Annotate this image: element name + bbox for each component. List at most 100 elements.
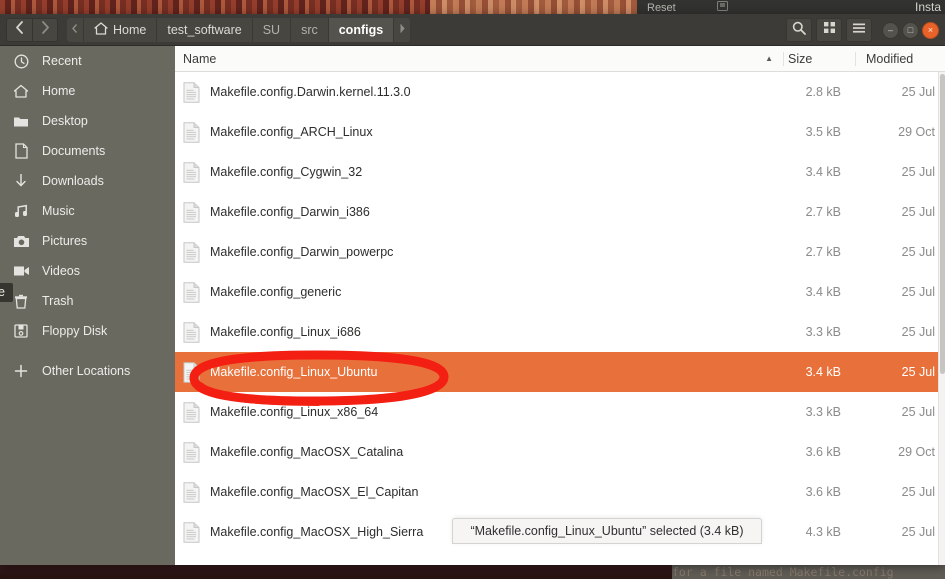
table-row[interactable]: Makefile.config_Cygwin_32 3.4 kB 25 Jul: [175, 152, 945, 192]
file-icon: [183, 81, 200, 103]
sidebar-item-pictures[interactable]: Pictures: [0, 226, 175, 256]
breadcrumb-label: src: [301, 22, 318, 37]
file-name-cell[interactable]: Makefile.config_Linux_x86_64: [175, 401, 783, 423]
table-row[interactable]: Makefile.config_MacOSX_Catalina 3.6 kB 29 …: [175, 432, 945, 472]
sidebar-item-videos[interactable]: Videos: [0, 256, 175, 286]
file-name-cell[interactable]: Makefile.config_Darwin_powerpc: [175, 241, 783, 263]
sidebar-divider-gap: [0, 346, 175, 356]
file-name-cell[interactable]: Makefile.config_Linux_i686: [175, 321, 783, 343]
column-header-size[interactable]: Size: [783, 51, 855, 66]
file-icon: [183, 241, 200, 263]
file-size-cell: 4.3 kB: [805, 525, 841, 539]
file-name-label: Makefile.config_Darwin_i386: [210, 205, 370, 219]
sidebar-item-documents[interactable]: Documents: [0, 136, 175, 166]
file-name-label: Makefile.config_Cygwin_32: [210, 165, 363, 179]
close-button[interactable]: ×: [922, 21, 939, 39]
file-name-cell[interactable]: Makefile.config_generic: [175, 281, 783, 303]
sidebar-item-floppy-disk[interactable]: Floppy Disk: [0, 316, 175, 346]
file-list-header: Name ▲ Size Modified: [175, 46, 945, 72]
file-name-cell[interactable]: Makefile.config.Darwin.kernel.11.3.0: [175, 81, 783, 103]
sidebar-item-downloads[interactable]: Downloads: [0, 166, 175, 196]
file-name-cell[interactable]: Makefile.config_Cygwin_32: [175, 161, 783, 183]
table-row[interactable]: Makefile.config_Linux_Ubuntu 3.4 kB 25 Jul: [175, 352, 945, 392]
document-icon: [8, 143, 34, 159]
sidebar-item-label: Videos: [42, 264, 80, 278]
file-name-cell[interactable]: Makefile.config_ARCH_Linux: [175, 121, 783, 143]
file-icon: [183, 281, 200, 303]
file-name-cell[interactable]: Makefile.config_MacOSX_El_Capitan: [175, 481, 783, 503]
music-icon: [8, 204, 34, 219]
back-button[interactable]: [6, 17, 32, 42]
sidebar-item-desktop[interactable]: Desktop: [0, 106, 175, 136]
view-grid-button[interactable]: [816, 18, 842, 42]
file-icon: [183, 121, 200, 143]
file-icon: [183, 521, 200, 543]
column-header-name[interactable]: Name ▲: [175, 52, 783, 66]
scrollbar-thumb[interactable]: [940, 74, 945, 374]
download-icon: [8, 173, 34, 189]
file-name-label: Makefile.config_generic: [210, 285, 342, 299]
table-row[interactable]: Makefile.config_Linux_x86_64 3.3 kB 25 Jul: [175, 392, 945, 432]
minimize-icon: –: [887, 24, 893, 35]
maximize-icon: □: [907, 24, 914, 35]
sidebar-item-recent[interactable]: Recent: [0, 46, 175, 76]
table-row[interactable]: Makefile.config_Darwin_powerpc 2.7 kB 25 J…: [175, 232, 945, 272]
table-row[interactable]: Makefile.config_Linux_i686 3.3 kB 25 Jul: [175, 312, 945, 352]
minimize-button[interactable]: –: [882, 21, 899, 39]
file-name-label: Makefile.config_Linux_i686: [210, 325, 361, 339]
breadcrumb-label: Home: [113, 22, 147, 37]
sort-ascending-icon: ▲: [765, 54, 773, 63]
sidebar-item-label: Pictures: [42, 234, 88, 248]
sidebar-item-other-locations[interactable]: Other Locations: [0, 356, 175, 386]
sidebar-item-label: Home: [42, 84, 76, 98]
search-button[interactable]: [786, 18, 812, 42]
table-row[interactable]: Makefile.config_ARCH_Linux 3.5 kB 29 Oct: [175, 112, 945, 152]
breadcrumb-item-su[interactable]: SU: [252, 17, 292, 42]
breadcrumb-item-configs[interactable]: configs: [328, 17, 395, 42]
breadcrumb-label: SU: [262, 22, 281, 37]
file-list-rows: Makefile.config.Darwin.kernel.11.3.0 2.8 …: [175, 72, 945, 552]
sidebar-item-home[interactable]: Home: [0, 76, 175, 106]
column-header-modified[interactable]: Modified: [855, 51, 945, 66]
camera-icon: [8, 234, 34, 248]
file-name-label: Makefile.config.Darwin.kernel.11.3.0: [210, 85, 411, 99]
window-controls: – □ ×: [882, 21, 939, 39]
file-modified-cell: 25 Jul: [901, 405, 935, 419]
header-bar: Home test_software SU src configs – □ ×: [0, 14, 945, 46]
file-name-cell[interactable]: Makefile.config_Darwin_i386: [175, 201, 783, 223]
file-icon: [183, 161, 200, 183]
file-modified-cell: 25 Jul: [901, 365, 935, 379]
maximize-button[interactable]: □: [902, 21, 919, 39]
sidebar-item-trash[interactable]: Trash: [0, 286, 175, 316]
sidebar-item-music[interactable]: Music: [0, 196, 175, 226]
breadcrumb-item-home[interactable]: Home: [84, 17, 158, 42]
table-row[interactable]: Makefile.config_generic 3.4 kB 25 Jul: [175, 272, 945, 312]
sidebar: Recent Home Desktop Documents Downloads …: [0, 46, 175, 565]
vertical-scrollbar[interactable]: [938, 72, 945, 565]
file-icon: [183, 161, 200, 183]
breadcrumb-overflow-button[interactable]: [67, 17, 84, 42]
breadcrumb-item-test_software[interactable]: test_software: [157, 17, 253, 42]
file-icon: [183, 201, 200, 223]
file-name-cell[interactable]: Makefile.config_MacOSX_Catalina: [175, 441, 783, 463]
breadcrumb-item-src[interactable]: src: [291, 17, 329, 42]
table-row[interactable]: Makefile.config.Darwin.kernel.11.3.0 2.8 …: [175, 72, 945, 112]
file-icon: [183, 481, 200, 503]
table-row[interactable]: Makefile.config_Darwin_i386 2.7 kB 25 Jul: [175, 192, 945, 232]
tooltip: oftware: [0, 283, 13, 302]
file-name-cell[interactable]: Makefile.config_Linux_Ubuntu: [175, 361, 783, 383]
table-row[interactable]: Makefile.config_MacOSX_El_Capitan 3.6 kB 2…: [175, 472, 945, 512]
file-icon: [183, 281, 200, 303]
file-icon: [183, 401, 200, 423]
sidebar-item-label: Recent: [42, 54, 82, 68]
file-size-cell: 3.6 kB: [805, 485, 841, 499]
folder-icon: [8, 114, 34, 128]
breadcrumb-next-button[interactable]: [394, 17, 411, 42]
menu-button[interactable]: [846, 18, 872, 42]
forward-button[interactable]: [32, 17, 58, 42]
file-name-label: Makefile.config_Linux_Ubuntu: [210, 365, 378, 379]
file-name-label: Makefile.config_Darwin_powerpc: [210, 245, 394, 259]
file-manager-window: Home test_software SU src configs – □ × …: [0, 14, 945, 565]
file-modified-cell: 25 Jul: [901, 485, 935, 499]
home-icon: [94, 21, 108, 38]
